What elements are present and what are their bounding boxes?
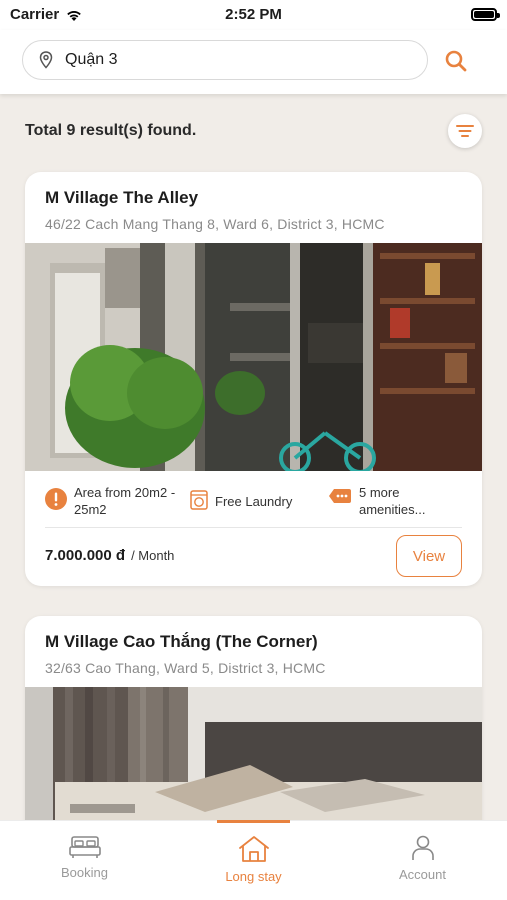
card-divider <box>45 527 462 528</box>
search-input[interactable] <box>65 51 385 69</box>
amenity-more[interactable]: 5 more amenities... <box>328 484 462 524</box>
price-row: 7.000.000 đ / Month <box>45 547 174 564</box>
alley-storefront-photo <box>25 243 482 471</box>
location-pin-icon <box>39 51 53 69</box>
search-button[interactable] <box>442 47 470 75</box>
alert-icon <box>45 488 67 510</box>
sort-filter-button[interactable] <box>448 114 482 148</box>
listing-photo[interactable] <box>25 243 482 471</box>
amenity-laundry-label: Free Laundry <box>215 494 293 509</box>
listing-title: M Village Cao Thắng (The Corner) <box>45 632 318 651</box>
listing-address: 32/63 Cao Thang, Ward 5, District 3, HCM… <box>45 660 326 676</box>
person-icon <box>411 835 434 860</box>
results-count: Total 9 result(s) found. <box>25 122 197 139</box>
status-time: 2:52 PM <box>225 6 282 23</box>
tab-booking[interactable]: Booking <box>0 821 169 900</box>
view-button[interactable]: View <box>396 535 462 577</box>
price-unit: / Month <box>131 548 175 563</box>
results-row: Total 9 result(s) found. <box>25 114 482 148</box>
tab-booking-label: Booking <box>61 865 108 880</box>
listing-address: 46/22 Cach Mang Thang 8, Ward 6, Distric… <box>45 216 385 232</box>
search-field[interactable] <box>22 40 428 80</box>
tab-account-label: Account <box>399 867 446 882</box>
listing-price: 7.000.000 đ <box>45 547 126 564</box>
amenity-more-label: 5 more amenities... <box>359 485 426 517</box>
search-icon <box>445 50 467 72</box>
listing-title: M Village The Alley <box>45 188 199 207</box>
tab-account[interactable]: Account <box>338 821 507 900</box>
tab-long-stay[interactable]: Long stay <box>169 821 338 900</box>
amenity-laundry: Free Laundry <box>190 490 328 524</box>
battery-icon <box>471 8 500 21</box>
tab-long-stay-label: Long stay <box>225 869 282 884</box>
laundry-icon <box>190 490 208 510</box>
amenity-area-label: Area from 20m2 - 25m2 <box>74 485 176 517</box>
tab-bar: Booking Long stay Account <box>0 820 507 900</box>
listing-card[interactable]: M Village The Alley 46/22 Cach Mang Than… <box>25 172 482 586</box>
more-tag-icon <box>329 489 351 503</box>
search-bar <box>0 30 507 94</box>
bed-icon <box>68 836 101 858</box>
sort-icon <box>456 125 474 137</box>
status-bar: Carrier 2:52 PM <box>0 0 507 30</box>
amenities-row: Area from 20m2 - 25m2 Free Laundry 5 mor… <box>45 484 462 524</box>
amenity-area: Area from 20m2 - 25m2 <box>45 484 190 524</box>
house-icon <box>238 836 269 862</box>
